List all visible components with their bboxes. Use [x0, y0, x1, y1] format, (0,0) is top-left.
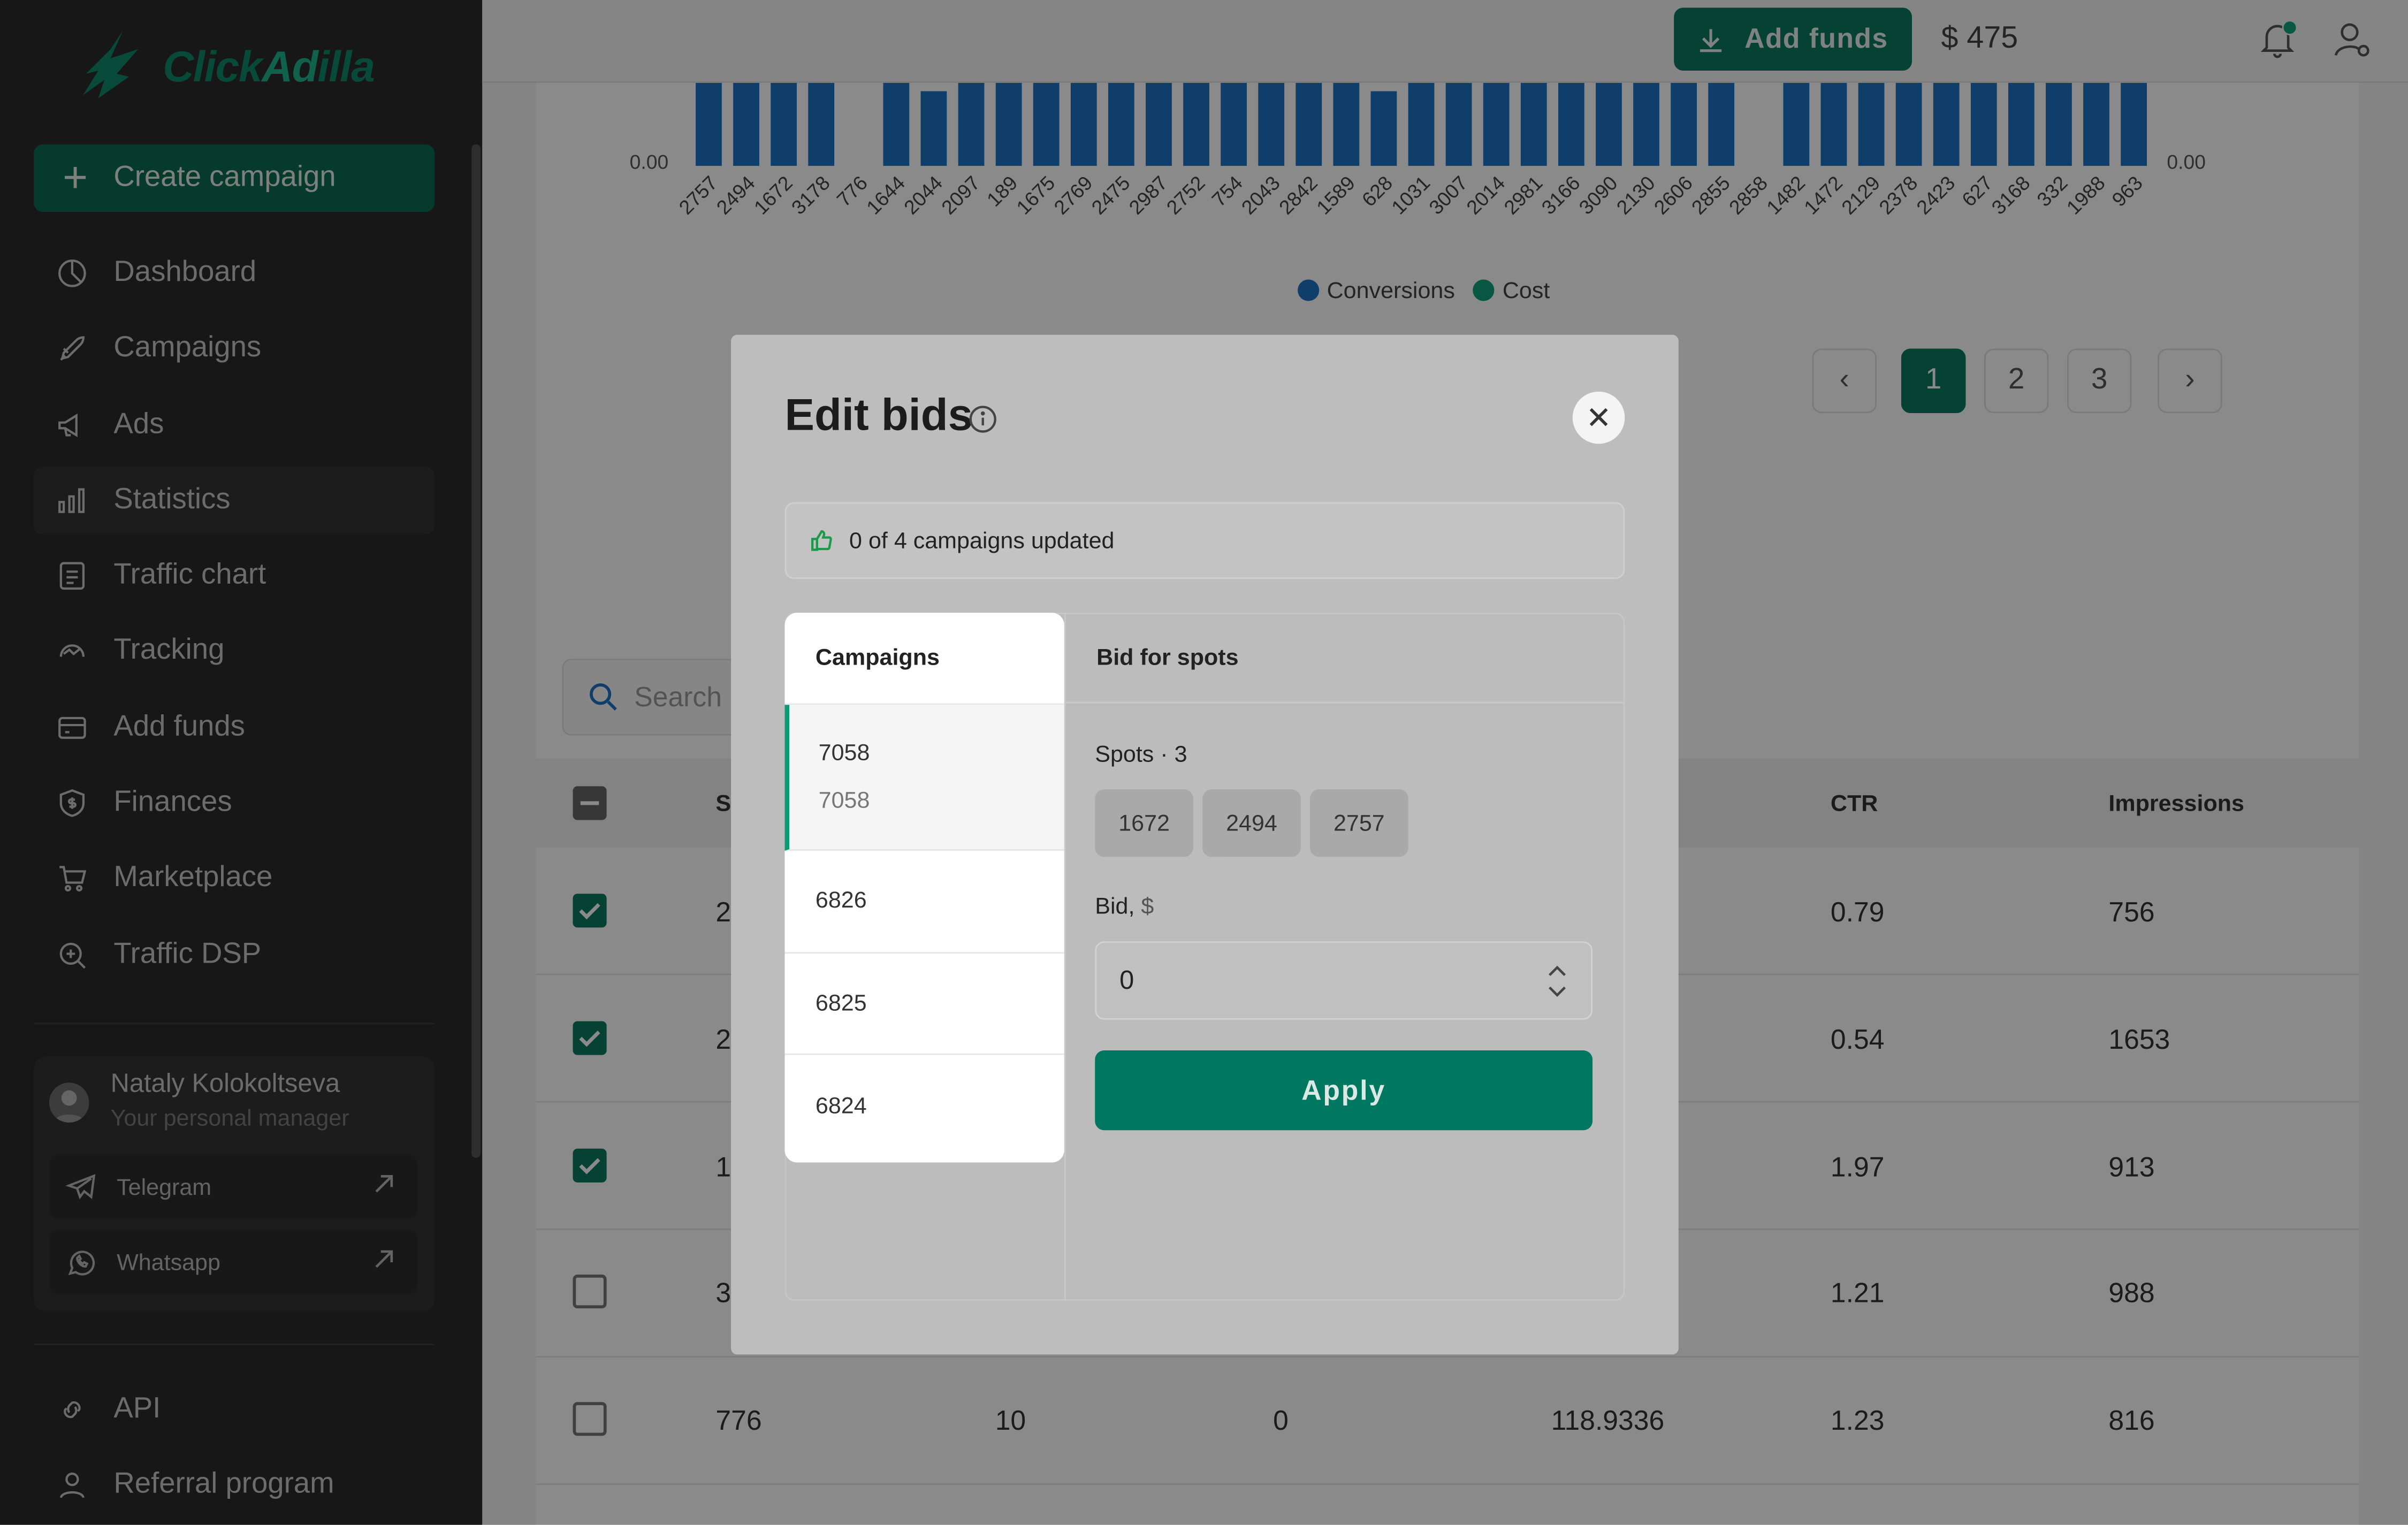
campaign-id: 6826 [815, 888, 867, 914]
campaigns-panel: Campaigns 7058 7058 6826 6825 6824 [784, 613, 1064, 1163]
close-icon: ✕ [1586, 401, 1612, 436]
campaign-sub: 7058 [818, 788, 870, 814]
apply-button[interactable]: Apply [1095, 1050, 1593, 1131]
campaign-item-6825[interactable]: 6825 [784, 953, 1064, 1055]
edit-bids-modal: Edit bids ✕ 0 of 4 campaigns updated Cam… [731, 334, 1679, 1355]
bid-value: 0 [1119, 965, 1134, 995]
spot-chip[interactable]: 2757 [1310, 789, 1408, 857]
info-icon[interactable] [967, 404, 998, 434]
panel-divider [1064, 613, 1066, 1301]
stepper-icon[interactable] [1545, 963, 1569, 1000]
bid-input[interactable]: 0 [1095, 941, 1593, 1020]
spots-label: Spots · 3 [1095, 742, 1187, 768]
spot-chip[interactable]: 1672 [1095, 789, 1193, 857]
thumbs-up-icon [811, 530, 832, 551]
close-button[interactable]: ✕ [1572, 391, 1625, 444]
bid-label: Bid, $ [1095, 894, 1154, 920]
update-status-text: 0 of 4 campaigns updated [849, 527, 1115, 554]
campaign-id: 6825 [815, 990, 867, 1017]
campaign-id: 7058 [818, 740, 870, 767]
campaign-id: 6824 [815, 1093, 867, 1119]
spot-chip[interactable]: 2494 [1202, 789, 1301, 857]
campaign-item-7058[interactable]: 7058 7058 [784, 705, 1064, 851]
campaign-item-6826[interactable]: 6826 [784, 851, 1064, 953]
campaigns-header: Campaigns [784, 613, 1064, 705]
modal-title: Edit bids [784, 391, 973, 441]
campaign-item-6824[interactable]: 6824 [785, 1055, 1064, 1157]
bid-for-spots-header: Bid for spots [1065, 614, 1624, 704]
update-status: 0 of 4 campaigns updated [784, 502, 1625, 579]
